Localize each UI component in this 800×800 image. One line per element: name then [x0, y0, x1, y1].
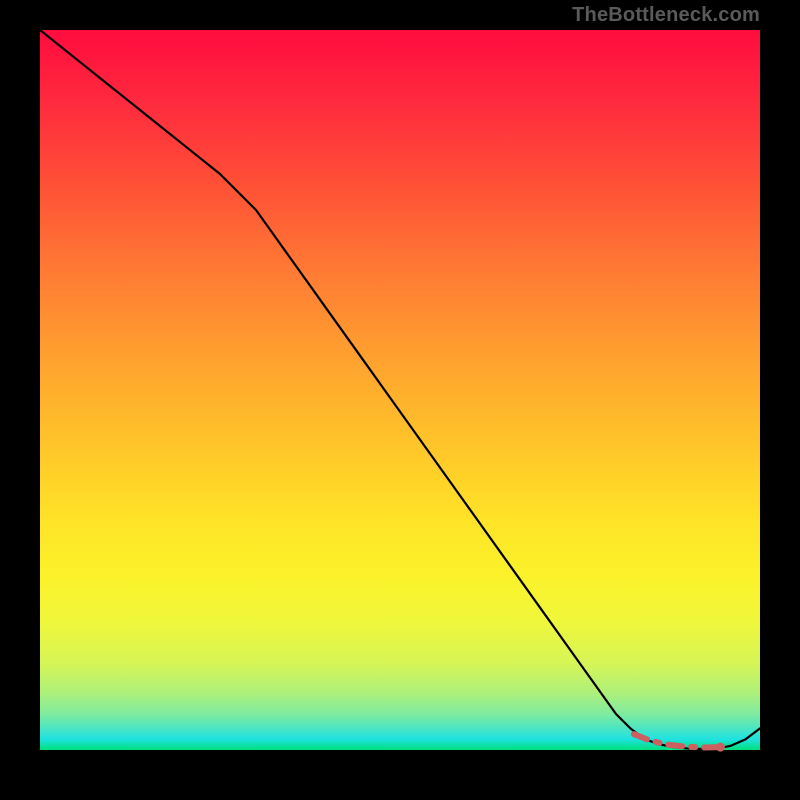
- plot-area: [40, 30, 760, 750]
- curve-svg: [40, 30, 760, 750]
- optimal-range-dashes: [634, 734, 725, 751]
- optimal-range-end-dot: [716, 743, 725, 752]
- chart-stage: TheBottleneck.com: [0, 0, 800, 800]
- watermark-text: TheBottleneck.com: [572, 4, 760, 27]
- bottleneck-curve: [40, 30, 760, 749]
- optimal-range-dash-path: [634, 734, 720, 747]
